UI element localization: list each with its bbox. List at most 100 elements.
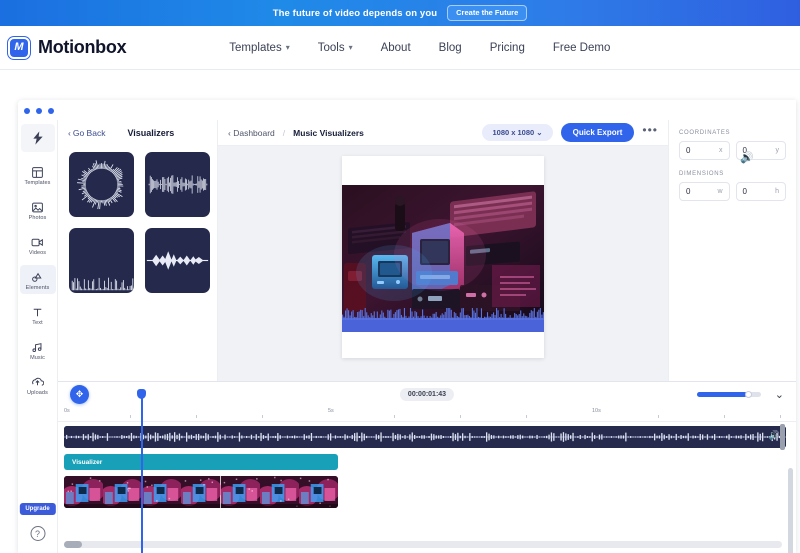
- sidebar-item-photos[interactable]: Photos: [20, 195, 56, 224]
- timeline-vertical-scrollbar[interactable]: [788, 468, 793, 553]
- window-dot[interactable]: [24, 108, 30, 114]
- scrollbar-thumb[interactable]: [64, 541, 82, 548]
- chevron-down-icon: ⌄: [536, 128, 542, 137]
- help-icon[interactable]: ?: [30, 526, 45, 541]
- chevron-down-icon: ▾: [286, 43, 290, 52]
- text-icon: [31, 305, 44, 319]
- visualizer-thumb-linear-bars[interactable]: [145, 152, 210, 217]
- x-unit: x: [719, 147, 723, 154]
- audio-track-clip[interactable]: 🔊: [64, 426, 786, 448]
- dimensions-label: DIMENSIONS: [679, 171, 786, 177]
- nav-item-pricing[interactable]: Pricing: [490, 42, 525, 54]
- brand-name: Motionbox: [38, 37, 126, 58]
- linear-bars-waveform: [145, 152, 210, 217]
- pointer-tool-icon[interactable]: ✥: [70, 385, 89, 404]
- nav-item-blog[interactable]: Blog: [439, 42, 462, 54]
- create-the-future-button[interactable]: Create the Future: [447, 5, 527, 21]
- video-clip[interactable]: [64, 476, 338, 508]
- track-volume-icon[interactable]: 🔊: [769, 430, 780, 441]
- sidebar-item-text[interactable]: Text: [20, 300, 56, 329]
- timeline-panel: ✥ 00:00:01:43 ⌄ 0s 5s 10s: [58, 381, 796, 553]
- ruler-label-10s: 10s: [592, 408, 601, 414]
- editor-toolbar: ‹ Dashboard / Music Visualizers 1080 x 1…: [218, 120, 668, 146]
- left-icon-rail: Templates Photos Videos: [18, 120, 58, 553]
- y-unit: y: [776, 147, 780, 154]
- sidebar-item-elements[interactable]: Elements: [20, 265, 56, 294]
- w-unit: w: [717, 188, 722, 195]
- nav-label: About: [381, 42, 411, 54]
- nav-item-about[interactable]: About: [381, 42, 411, 54]
- asset-panel-header: ‹ Go Back Visualizers: [58, 120, 217, 146]
- sidebar-item-templates[interactable]: Templates: [20, 160, 56, 189]
- canvas-size-dropdown[interactable]: 1080 x 1080 ⌄: [482, 124, 552, 141]
- nav-item-tools[interactable]: Tools ▾: [318, 42, 353, 54]
- nav-label: Pricing: [490, 42, 525, 54]
- sidebar-item-uploads[interactable]: Uploads: [20, 370, 56, 399]
- nav-links: Templates ▾ Tools ▾ About Blog Pricing F…: [229, 42, 610, 54]
- height-field[interactable]: 0 h: [736, 182, 787, 201]
- playhead-handle[interactable]: [137, 389, 146, 399]
- collapse-timeline-icon[interactable]: ⌄: [775, 388, 784, 401]
- promo-text: The future of video depends on you: [273, 8, 437, 19]
- diamond-waveform: [145, 228, 210, 293]
- chevron-down-icon: ▾: [349, 43, 353, 52]
- visualizer-clip-label: Visualizer: [72, 459, 102, 466]
- photos-icon: [31, 200, 44, 214]
- width-field[interactable]: 0 w: [679, 182, 730, 201]
- app-logo-icon[interactable]: [21, 124, 55, 152]
- ruler-label-0s: 0s: [64, 408, 70, 414]
- nav-item-free-demo[interactable]: Free Demo: [553, 42, 611, 54]
- sidebar-label: Music: [30, 355, 45, 361]
- ruler-tick: [394, 415, 395, 418]
- video-frame: [103, 476, 142, 508]
- visualizer-thumbnail-grid: [58, 146, 217, 299]
- video-frame: [299, 476, 338, 508]
- dimensions-row: 0 w 0 h: [679, 182, 786, 201]
- preview-canvas[interactable]: [342, 156, 544, 358]
- zoom-slider-knob[interactable]: [745, 391, 752, 398]
- visualizer-thumb-bottom-bars[interactable]: [69, 228, 134, 293]
- sidebar-item-music[interactable]: Music: [20, 335, 56, 364]
- playhead[interactable]: [141, 390, 143, 553]
- more-options-icon[interactable]: •••: [642, 127, 658, 138]
- go-back-button[interactable]: ‹ Go Back: [68, 128, 105, 138]
- ruler-tick: [780, 415, 781, 418]
- sidebar-item-videos[interactable]: Videos: [20, 230, 56, 259]
- coordinates-label: COORDINATES: [679, 130, 786, 136]
- window-controls: [24, 108, 54, 114]
- visualizer-thumb-circular[interactable]: [69, 152, 134, 217]
- timeline-horizontal-scrollbar[interactable]: [64, 541, 782, 548]
- ruler-tick: [196, 415, 197, 418]
- window-dot[interactable]: [48, 108, 54, 114]
- window-dot[interactable]: [36, 108, 42, 114]
- timeline-zoom-slider[interactable]: [697, 392, 761, 397]
- volume-icon[interactable]: 🔊: [740, 151, 754, 164]
- timeline-toolbar-right: ⌄: [697, 388, 784, 401]
- sidebar-label: Uploads: [27, 390, 48, 396]
- sidebar-label: Videos: [29, 250, 46, 256]
- timeline-ruler[interactable]: 0s 5s 10s: [58, 406, 796, 422]
- canvas-audio-visualizer: [342, 308, 544, 332]
- video-frame: [260, 476, 299, 508]
- chevron-left-icon: ‹: [68, 128, 71, 138]
- sidebar-label: Text: [32, 320, 43, 326]
- x-value: 0: [686, 146, 690, 155]
- elements-icon: [31, 270, 44, 284]
- upgrade-button[interactable]: Upgrade: [19, 503, 55, 515]
- x-coordinate-field[interactable]: 0 x: [679, 141, 730, 160]
- ruler-label-5s: 5s: [328, 408, 334, 414]
- go-back-label: Go Back: [73, 128, 106, 138]
- visualizer-clip[interactable]: Visualizer: [64, 454, 338, 470]
- motionbox-logo-icon: M: [8, 37, 30, 59]
- breadcrumb-dashboard[interactable]: ‹ Dashboard: [228, 128, 275, 138]
- videos-icon: [31, 235, 44, 249]
- quick-export-button[interactable]: Quick Export: [561, 123, 635, 142]
- video-frame: [64, 476, 103, 508]
- brand[interactable]: M Motionbox: [8, 37, 126, 59]
- sidebar-label: Templates: [25, 180, 51, 186]
- audio-track-right-handle[interactable]: [780, 424, 785, 450]
- zoom-slider-fill: [697, 392, 747, 397]
- visualizer-thumb-diamond[interactable]: [145, 228, 210, 293]
- circular-waveform: [69, 152, 134, 217]
- nav-item-templates[interactable]: Templates ▾: [229, 42, 289, 54]
